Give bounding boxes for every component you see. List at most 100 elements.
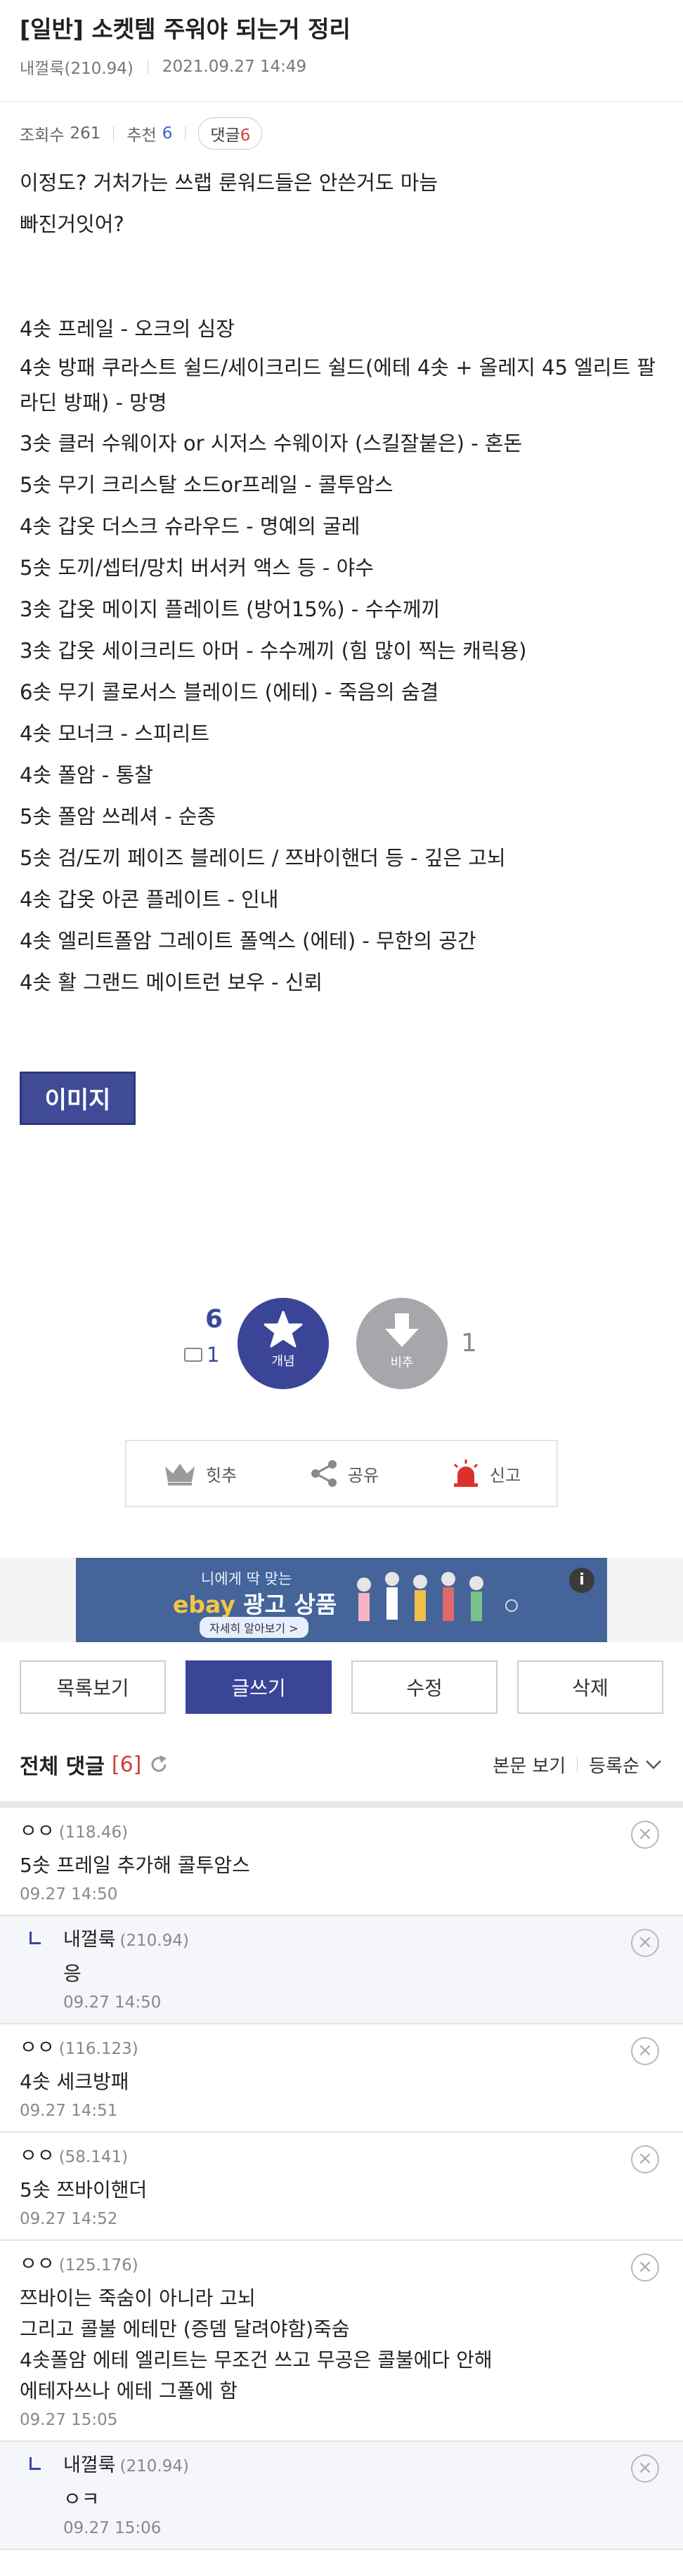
comment-author[interactable]: 내껄룩 bbox=[63, 1929, 116, 1951]
comment-list: ㅇㅇ (118.46) 5솟 프레일 추가해 콜투암스 09.27 14:50 × 내껄룩… bbox=[0, 1808, 683, 2550]
body-line: 3솟 갑옷 메이지 플레이트 (방어15%) - 수수께끼 bbox=[20, 597, 441, 621]
delete-button[interactable]: 삭제 bbox=[517, 1660, 663, 1714]
comment-author-line: ㅇㅇ (116.123) bbox=[20, 2036, 663, 2061]
fixed-user-icon bbox=[184, 1348, 202, 1362]
comment-author[interactable]: ㅇㅇ bbox=[20, 1821, 55, 1842]
body-line: 이정도? 거처가는 쓰랩 룬워드들은 안쓴거도 마늠 bbox=[20, 171, 438, 195]
post-stats: 조회수 261 추천 6 댓글6 bbox=[0, 102, 683, 150]
stats-divider bbox=[113, 126, 115, 141]
post-body: 이정도? 거처가는 쓰랩 룬워드들은 안쓴거도 마늠 빠진거잇어? 4솟 프레일 -… bbox=[0, 150, 683, 1003]
fixed-upvote-count: 1 bbox=[184, 1343, 219, 1367]
comments-header: 전체 댓글 [6] 본문 보기 등록순 bbox=[0, 1743, 683, 1785]
post-meta: 내껄룩(210.94) 2021.09.27 14:49 bbox=[20, 55, 663, 79]
body-line: 6솟 무기 콜로서스 블레이드 (에테) - 죽음의 숨결 bbox=[20, 680, 439, 704]
write-button[interactable]: 글쓰기 bbox=[186, 1660, 332, 1714]
delete-comment-icon[interactable]: × bbox=[631, 2253, 659, 2282]
delete-comment-icon[interactable]: × bbox=[631, 1929, 659, 1957]
comment-time: 09.27 15:05 bbox=[20, 2411, 118, 2429]
downvote-count: 1 bbox=[461, 1329, 477, 1358]
options-divider bbox=[577, 1757, 578, 1772]
body-line: 빠진거잇어? bbox=[20, 212, 124, 236]
ad-title: ebay 광고 상품 bbox=[173, 1586, 337, 1620]
star-icon bbox=[264, 1310, 303, 1348]
ad-illustration-icon bbox=[357, 1572, 518, 1621]
body-blank-line bbox=[20, 245, 663, 308]
stats-divider bbox=[185, 126, 186, 141]
sort-select[interactable]: 등록순 bbox=[589, 1752, 639, 1778]
comment-time: 09.27 14:50 bbox=[20, 1885, 118, 1904]
comment-text-line: 에테자쓰나 에테 그폴에 함 bbox=[20, 2379, 238, 2402]
delete-comment-icon[interactable]: × bbox=[631, 1821, 659, 1849]
comment-time: 09.27 14:50 bbox=[63, 1993, 162, 2012]
comment-text: 5솟 프레일 추가해 콜투암스 bbox=[20, 1850, 663, 1881]
comment-text: 5솟 쯔바이핸더 bbox=[20, 2175, 663, 2206]
downvote-button[interactable]: 비추 bbox=[356, 1298, 448, 1389]
edit-button[interactable]: 수정 bbox=[351, 1660, 497, 1714]
fixed-upvote-value: 1 bbox=[207, 1343, 220, 1367]
post-buttons: 목록보기 글쓰기 수정 삭제 bbox=[0, 1660, 683, 1714]
delete-comment-icon[interactable]: × bbox=[631, 2454, 659, 2483]
hit-button[interactable]: 힛추 bbox=[162, 1461, 237, 1486]
report-button[interactable]: 신고 bbox=[450, 1458, 521, 1489]
body-line: 5솟 무기 크리스탈 소드or프레일 - 콜투암스 bbox=[20, 473, 393, 497]
comments-title: 전체 댓글 bbox=[20, 1755, 105, 1779]
arrow-down-icon bbox=[385, 1313, 419, 1347]
body-line: 3솟 갑옷 세이크리드 아머 - 수수께끼 (힘 많이 찍는 캐릭용) bbox=[20, 639, 527, 663]
comment-item: ㅇㅇ (118.46) 5솟 프레일 추가해 콜투암스 09.27 14:50 × bbox=[0, 1808, 683, 1916]
siren-icon bbox=[453, 1459, 478, 1487]
comment-text-line: 응 bbox=[63, 1962, 82, 1985]
share-button[interactable]: 공유 bbox=[308, 1458, 379, 1489]
comment-ip: (210.94) bbox=[119, 2457, 189, 2476]
comment-text: 쯔바이는 죽숨이 아니라 고뇌 그리고 콜불 에테만 (증뎀 달려야함)죽숨 4솟폴… bbox=[20, 2283, 663, 2407]
post-author[interactable]: 내껄룩(210.94) bbox=[20, 55, 134, 79]
body-line: 5솟 폴암 쓰레셔 - 순종 bbox=[20, 805, 216, 828]
upvote-label: 개념 bbox=[271, 1354, 295, 1369]
upvote-button[interactable]: 개념 bbox=[238, 1298, 329, 1389]
share-label: 공유 bbox=[347, 1465, 379, 1485]
comment-text-line: 5솟 쯔바이핸더 bbox=[20, 2178, 148, 2201]
list-button[interactable]: 목록보기 bbox=[20, 1660, 166, 1714]
comment-author[interactable]: 내껄룩 bbox=[63, 2454, 116, 2476]
comment-ip: (116.123) bbox=[58, 2040, 138, 2058]
ad-area: 니에게 딱 맞는 ebay 광고 상품 자세히 알아보기 > i bbox=[0, 1558, 683, 1642]
body-line: 4솟 방패 쿠라스트 쉴드/세이크리드 쉴드(에테 4솟 + 올레지 45 엘리… bbox=[20, 356, 656, 415]
views-label: 조회수 bbox=[20, 126, 65, 145]
ad-brand: ebay bbox=[173, 1591, 235, 1618]
recommend-count: 6 bbox=[162, 124, 173, 143]
body-line: 3솟 클러 수웨이자 or 시저스 수웨이자 (스킬잘붙은) - 혼돈 bbox=[20, 431, 523, 455]
comment-author[interactable]: ㅇㅇ bbox=[20, 2037, 55, 2059]
body-line: 5솟 검/도끼 페이즈 블레이드 / 쯔바이핸더 등 - 깊은 고뇌 bbox=[20, 846, 506, 870]
ad-info-icon[interactable]: i bbox=[569, 1568, 594, 1593]
comments-title-group: 전체 댓글 [6] bbox=[20, 1749, 169, 1780]
view-body-link[interactable]: 본문 보기 bbox=[493, 1752, 566, 1778]
comment-text-line: 5솟 프레일 추가해 콜투암스 bbox=[20, 1854, 250, 1877]
comment-time: 09.27 14:52 bbox=[20, 2210, 118, 2228]
delete-comment-icon[interactable]: × bbox=[631, 2145, 659, 2173]
chevron-down-icon[interactable] bbox=[644, 1757, 663, 1771]
comment-item: ㅇㅇ (58.141) 5솟 쯔바이핸더 09.27 14:52 × bbox=[0, 2133, 683, 2241]
post-title: [일반] 소켓템 주워야 되는거 정리 bbox=[20, 15, 351, 43]
share-icon bbox=[311, 1460, 337, 1487]
comments-label: 댓글 bbox=[210, 126, 240, 145]
comment-author-line: ㅇㅇ (58.141) bbox=[20, 2144, 663, 2169]
comment-reply: 내껄룩 (210.94) 응 09.27 14:50 × bbox=[0, 1916, 683, 2024]
comments-count: 6 bbox=[240, 126, 251, 145]
delete-comment-icon[interactable]: × bbox=[631, 2037, 659, 2065]
body-line: 4솟 활 그랜드 메이트런 보우 - 신뢰 bbox=[20, 970, 323, 994]
comment-text: 응 bbox=[63, 1958, 663, 1989]
post-image[interactable]: 이미지 bbox=[20, 1072, 136, 1125]
ad-cta[interactable]: 자세히 알아보기 > bbox=[200, 1617, 308, 1638]
comment-ip: (125.176) bbox=[58, 2256, 138, 2275]
vote-area: 6 1 개념 비추 1 bbox=[0, 1298, 683, 1424]
comment-author[interactable]: ㅇㅇ bbox=[20, 2145, 55, 2167]
comment-author[interactable]: ㅇㅇ bbox=[20, 2253, 55, 2275]
ad-banner[interactable]: 니에게 딱 맞는 ebay 광고 상품 자세히 알아보기 > i bbox=[76, 1558, 607, 1642]
comment-count-pill[interactable]: 댓글6 bbox=[198, 117, 263, 150]
report-label: 신고 bbox=[489, 1465, 521, 1485]
comment-item: ㅇㅇ (125.176) 쯔바이는 죽숨이 아니라 고뇌 그리고 콜불 에테만 (증뎀… bbox=[0, 2241, 683, 2442]
downvote-label: 비추 bbox=[390, 1355, 414, 1370]
comments-separator bbox=[0, 1801, 683, 1808]
refresh-icon[interactable] bbox=[148, 1754, 169, 1775]
comment-author-line: 내껄룩 (210.94) bbox=[63, 1927, 663, 1953]
body-line: 4솟 갑옷 더스크 슈라우드 - 명예의 굴레 bbox=[20, 514, 360, 538]
